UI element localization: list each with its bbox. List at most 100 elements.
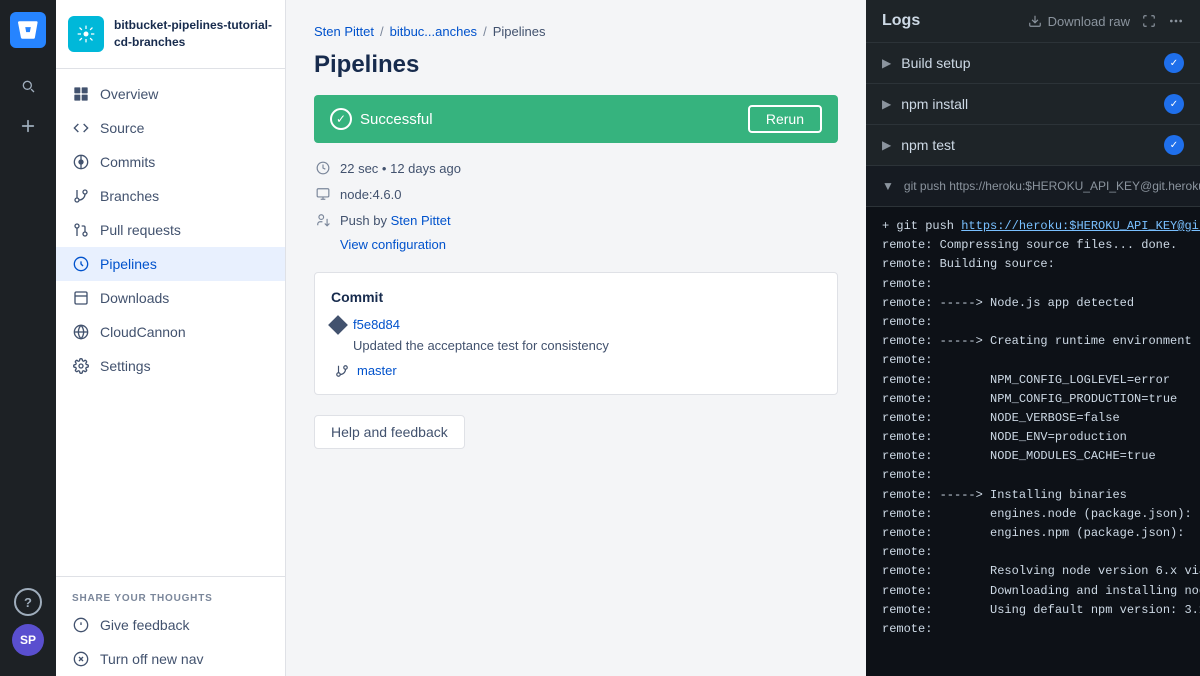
- bitbucket-logo[interactable]: [10, 12, 46, 48]
- log-output[interactable]: + git push https://heroku:$HEROKU_API_KE…: [866, 207, 1200, 676]
- log-line: remote:: [882, 275, 1184, 294]
- sidebar-item-label: Settings: [100, 358, 151, 374]
- logs-panel: Logs Download raw: [866, 0, 1200, 676]
- give-feedback-item[interactable]: Give feedback: [56, 608, 285, 642]
- sidebar-item-source[interactable]: Source: [56, 111, 285, 145]
- logs-title: Logs: [882, 12, 920, 30]
- turn-off-nav-item[interactable]: Turn off new nav: [56, 642, 285, 676]
- download-icon: [72, 289, 90, 307]
- status-success: ✓ Successful: [330, 108, 433, 130]
- repo-name: bitbucket-pipelines-tutorial-cd-branches: [114, 17, 273, 51]
- log-line: remote:: [882, 313, 1184, 332]
- branch-link[interactable]: master: [357, 363, 397, 378]
- more-options-button[interactable]: [1168, 13, 1184, 29]
- nav-list: Overview Source Commits: [56, 69, 285, 568]
- nav-divider: [56, 576, 285, 577]
- pipeline-icon: [72, 255, 90, 273]
- chevron-right-icon: ▶: [882, 138, 891, 152]
- commit-hash-link[interactable]: f5e8d84: [353, 317, 400, 332]
- clock-icon: [72, 153, 90, 171]
- code-icon: [72, 119, 90, 137]
- main-content: Sten Pittet / bitbuc...anches / Pipeline…: [286, 0, 1200, 676]
- gear-icon: [72, 357, 90, 375]
- sidebar-item-settings[interactable]: Settings: [56, 349, 285, 383]
- feedback-icon: [72, 616, 90, 634]
- log-step-build-setup[interactable]: ▶ Build setup ✓: [866, 43, 1200, 84]
- step-label: git push https://heroku:$HEROKU_API_KEY@…: [904, 179, 1200, 193]
- pusher-link[interactable]: Sten Pittet: [391, 213, 451, 228]
- commit-hash-row: f5e8d84: [331, 317, 821, 332]
- repo-header: bitbucket-pipelines-tutorial-cd-branches: [56, 0, 285, 69]
- breadcrumb-current: Pipelines: [493, 24, 546, 39]
- avatar[interactable]: SP: [12, 624, 44, 656]
- log-line: remote: NPM_CONFIG_LOGLEVEL=error: [882, 371, 1184, 390]
- sidebar-item-label: CloudCannon: [100, 324, 186, 340]
- sidebar-item-downloads[interactable]: Downloads: [56, 281, 285, 315]
- download-raw-label: Download raw: [1048, 14, 1130, 29]
- push-icon: [314, 211, 332, 229]
- step-left: ▶ npm test: [882, 137, 955, 153]
- step-left: ▼ git push https://heroku:$HEROKU_API_KE…: [882, 179, 1200, 193]
- repo-logo: [68, 16, 104, 52]
- pr-icon: [72, 221, 90, 239]
- commit-section-title: Commit: [331, 289, 821, 305]
- logs-actions: Download raw: [1028, 13, 1184, 29]
- log-line: remote: NPM_CONFIG_PRODUCTION=true: [882, 390, 1184, 409]
- log-line: remote:: [882, 466, 1184, 485]
- log-line: remote:: [882, 620, 1184, 639]
- meta-info: 22 sec • 12 days ago node:4.6.0: [314, 159, 838, 252]
- duration: 22 sec • 12 days ago: [340, 161, 461, 176]
- create-button[interactable]: [10, 108, 46, 144]
- log-step-npm-test[interactable]: ▶ npm test ✓: [866, 125, 1200, 166]
- icon-bar: ? SP: [0, 0, 56, 676]
- clock-meta-icon: [314, 159, 332, 177]
- sidebar-item-overview[interactable]: Overview: [56, 77, 285, 111]
- page-title: Pipelines: [314, 51, 838, 79]
- share-label: SHARE YOUR THOUGHTS: [56, 585, 285, 608]
- log-step-git-push[interactable]: ▼ git push https://heroku:$HEROKU_API_KE…: [866, 166, 1200, 207]
- help-button[interactable]: ?: [14, 588, 42, 616]
- view-config-link[interactable]: View configuration: [340, 237, 838, 252]
- step-left: ▶ Build setup: [882, 55, 971, 71]
- sidebar-item-label: Overview: [100, 86, 158, 102]
- log-line: remote:: [882, 543, 1184, 562]
- pusher-row: Push by Sten Pittet: [314, 211, 838, 229]
- log-line: remote: engines.npm (package.json): unsp…: [882, 524, 1184, 543]
- logs-steps: ▶ Build setup ✓ ▶ npm install ✓ ▶: [866, 43, 1200, 207]
- sidebar-item-label: Downloads: [100, 290, 169, 306]
- diamond-icon: [328, 315, 348, 335]
- step-left: ▶ npm install: [882, 96, 968, 112]
- sidebar-item-commits[interactable]: Commits: [56, 145, 285, 179]
- sidebar: bitbucket-pipelines-tutorial-cd-branches…: [56, 0, 286, 676]
- feedback-label: Give feedback: [100, 617, 190, 633]
- rerun-button[interactable]: Rerun: [748, 105, 822, 133]
- expand-button[interactable]: [1142, 14, 1156, 28]
- log-line: remote: -----> Node.js app detected: [882, 294, 1184, 313]
- commit-section: Commit f5e8d84 Updated the acceptance te…: [314, 272, 838, 395]
- step-check-icon: ✓: [1164, 94, 1184, 114]
- success-icon: ✓: [330, 108, 352, 130]
- log-line: remote: engines.node (package.json): uns…: [882, 505, 1184, 524]
- breadcrumb-user[interactable]: Sten Pittet: [314, 24, 374, 39]
- sidebar-item-cloudcannon[interactable]: CloudCannon: [56, 315, 285, 349]
- sidebar-item-pipelines[interactable]: Pipelines: [56, 247, 285, 281]
- sidebar-item-label: Pipelines: [100, 256, 157, 272]
- breadcrumb-repo[interactable]: bitbuc...anches: [390, 24, 477, 39]
- content-area: Sten Pittet / bitbuc...anches / Pipeline…: [286, 0, 1200, 676]
- log-step-npm-install[interactable]: ▶ npm install ✓: [866, 84, 1200, 125]
- duration-row: 22 sec • 12 days ago: [314, 159, 838, 177]
- help-feedback-button[interactable]: Help and feedback: [314, 415, 465, 449]
- search-button[interactable]: [10, 68, 46, 104]
- status-bar: ✓ Successful Rerun: [314, 95, 838, 143]
- status-label: Successful: [360, 111, 433, 128]
- sidebar-item-branches[interactable]: Branches: [56, 179, 285, 213]
- sidebar-item-label: Branches: [100, 188, 159, 204]
- log-line: remote: Using default npm version: 3.10.…: [882, 601, 1184, 620]
- logs-header: Logs Download raw: [866, 0, 1200, 43]
- sidebar-item-pull-requests[interactable]: Pull requests: [56, 213, 285, 247]
- globe-icon: [72, 323, 90, 341]
- breadcrumb-sep2: /: [483, 24, 487, 39]
- download-raw-button[interactable]: Download raw: [1028, 14, 1130, 29]
- sidebar-item-label: Pull requests: [100, 222, 181, 238]
- log-line: remote: NODE_VERBOSE=false: [882, 409, 1184, 428]
